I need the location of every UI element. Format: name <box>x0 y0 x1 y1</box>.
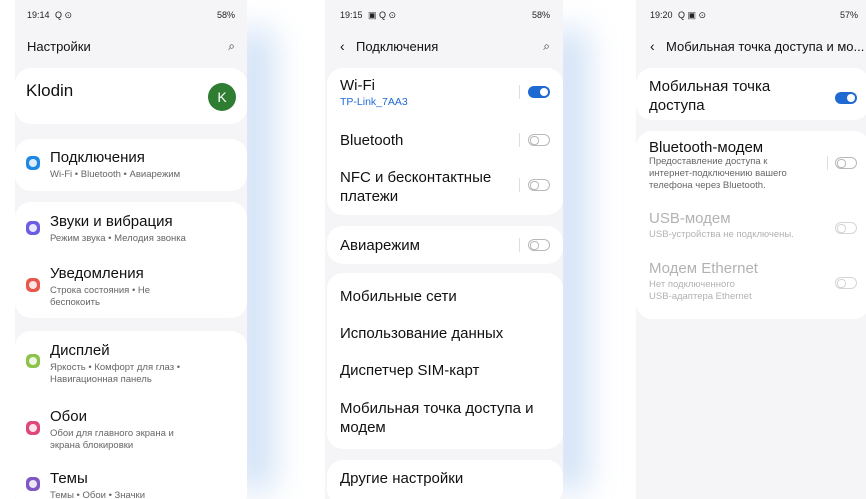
phone-hotspot: 19:20 Q ▣ ⊙ 57% ‹ Мобильная точка доступ… <box>636 0 866 499</box>
bluetooth-label: Bluetooth <box>340 132 404 149</box>
avatar[interactable]: K <box>208 83 236 111</box>
item-title: Дисплей <box>50 342 110 359</box>
ethernet-modem-desc: Нет подключенного <box>649 279 735 290</box>
status-time: 19:14 <box>27 10 50 20</box>
status-time: 19:20 <box>650 10 673 20</box>
menu-item-other-settings[interactable]: Другие настройки <box>340 469 463 488</box>
ethernet-modem-toggle <box>835 277 857 289</box>
battery-indicator: 57% <box>839 10 858 20</box>
bluetooth-toggle[interactable] <box>528 134 550 146</box>
search-icon[interactable]: ⌕ <box>228 39 235 54</box>
account-card[interactable]: Klodin K <box>15 68 247 124</box>
item-subtitle: Яркость • Комфорт для глаз • <box>50 362 181 373</box>
airplane-toggle[interactable] <box>528 239 550 251</box>
bt-modem-desc: интернет-подключению вашего <box>649 168 787 179</box>
radio-card: Wi-Fi TP-Link_7AA3 Bluetooth NFC и беско… <box>327 68 563 215</box>
item-subtitle: Темы • Обои • Значки <box>50 490 146 499</box>
status-time: 19:15 <box>340 10 363 20</box>
item-subtitle: Wi-Fi • Bluetooth • Авиарежим <box>50 169 181 180</box>
page-title: Настройки <box>27 39 91 54</box>
item-title: Подключения <box>50 149 145 166</box>
divider <box>519 133 520 147</box>
display-icon <box>26 354 40 368</box>
status-bar: 19:14 Q ⊙ 58% <box>27 10 235 24</box>
other-settings-card: Другие настройки <box>327 460 563 499</box>
hotspot-label: Мобильная точка доступа и <box>340 400 534 417</box>
bt-modem-desc: Предоставление доступа к <box>649 156 768 167</box>
wifi-icon <box>26 156 40 170</box>
divider <box>519 238 520 252</box>
item-subtitle: Обои для главного экрана и <box>50 428 174 439</box>
usb-modem-desc: USB-устройства не подключены. <box>649 229 794 240</box>
wifi-label: Wi-Fi <box>340 77 375 94</box>
item-subtitle: экрана блокировки <box>50 440 134 451</box>
menu-item-sim-manager[interactable]: Диспетчер SIM-карт <box>340 361 479 380</box>
status-icons: Q ⊙ <box>55 10 73 20</box>
item-subtitle: Навигационная панель <box>50 374 152 385</box>
hotspot-toggle[interactable] <box>835 92 857 104</box>
bt-modem-label: Bluetooth-модем <box>649 139 764 156</box>
wifi-toggle[interactable] <box>528 86 550 98</box>
bt-modem-toggle[interactable] <box>835 157 857 169</box>
airplane-label: Авиарежим <box>340 237 420 254</box>
account-name: Klodin <box>26 81 74 100</box>
battery-indicator: 58% <box>531 10 550 20</box>
notification-icon <box>26 278 40 292</box>
hotspot-label: Мобильная точка <box>649 78 771 95</box>
battery-indicator: 58% <box>216 10 235 20</box>
item-title: Уведомления <box>50 265 144 282</box>
wallpaper-icon <box>26 421 40 435</box>
airplane-card: Авиарежим <box>327 226 563 264</box>
display-card: Дисплей Яркость • Комфорт для глаз • Нав… <box>15 331 247 499</box>
sound-notifications-card: Звуки и вибрация Режим звука • Мелодия з… <box>15 202 247 318</box>
divider <box>519 178 520 192</box>
hotspot-label: доступа <box>649 97 705 114</box>
nfc-label: платежи <box>340 188 399 205</box>
item-title: Темы <box>50 470 88 487</box>
status-bar: 19:20 Q ▣ ⊙ 57% <box>650 10 858 24</box>
hotspot-label: модем <box>340 419 386 436</box>
app-header: ‹ Мобильная точка доступа и мо... <box>650 38 866 58</box>
modem-card: Bluetooth-модем Предоставление доступа к… <box>636 131 866 319</box>
volume-icon <box>26 221 40 235</box>
app-header: ‹ Подключения ⌕ <box>340 38 550 58</box>
connections-card: Подключения Wi-Fi • Bluetooth • Авиарежи… <box>15 139 247 191</box>
item-title: Звуки и вибрация <box>50 213 173 230</box>
phone-connections: 19:15 ▣ Q ⊙ 58% ‹ Подключения ⌕ Wi-Fi TP… <box>325 0 563 499</box>
item-title: Обои <box>50 408 87 425</box>
app-header: Настройки ⌕ <box>27 38 235 58</box>
page-title: Мобильная точка доступа и мо... <box>666 39 865 54</box>
ethernet-modem-desc: USB-адаптера Ethernet <box>649 291 752 302</box>
item-subtitle: Строка состояния • Не <box>50 285 151 296</box>
page-title: Подключения <box>356 39 439 54</box>
divider <box>519 85 520 99</box>
search-icon[interactable]: ⌕ <box>543 39 550 54</box>
status-icons: ▣ Q ⊙ <box>368 10 397 20</box>
menu-item-mobile-networks[interactable]: Мобильные сети <box>340 287 457 306</box>
themes-icon <box>26 477 40 491</box>
menu-item-data-usage[interactable]: Использование данных <box>340 324 503 343</box>
network-menu-card: Мобильные сети Использование данных Дисп… <box>327 273 563 449</box>
item-subtitle: беспокоить <box>50 297 100 308</box>
divider <box>827 156 828 170</box>
back-arrow-icon[interactable]: ‹ <box>340 38 345 54</box>
nfc-toggle[interactable] <box>528 179 550 191</box>
ethernet-modem-label: Модем Ethernet <box>649 260 758 277</box>
hotspot-card: Мобильная точка доступа <box>636 68 866 120</box>
bt-modem-desc: телефона через Bluetooth. <box>649 180 766 191</box>
item-subtitle: Режим звука • Мелодия звонка <box>50 233 186 244</box>
wifi-network: TP-Link_7AA3 <box>340 96 408 108</box>
usb-modem-toggle <box>835 222 857 234</box>
phone-settings: 19:14 Q ⊙ 58% Настройки ⌕ Klodin K Подкл… <box>15 0 247 499</box>
status-icons: Q ▣ ⊙ <box>678 10 707 20</box>
usb-modem-label: USB-модем <box>649 210 731 227</box>
back-arrow-icon[interactable]: ‹ <box>650 38 655 54</box>
status-bar: 19:15 ▣ Q ⊙ 58% <box>340 10 550 24</box>
nfc-label: NFC и бесконтактные <box>340 169 492 186</box>
